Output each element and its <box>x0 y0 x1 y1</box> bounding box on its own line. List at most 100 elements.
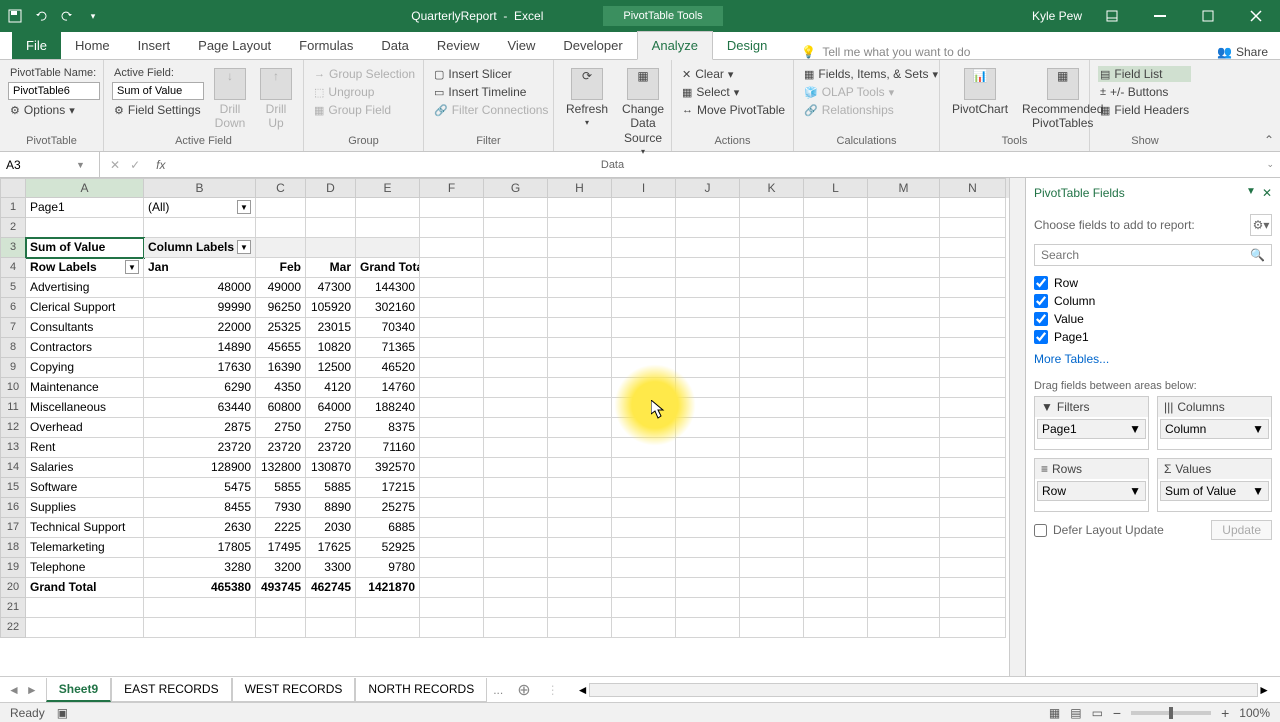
cell[interactable] <box>612 218 676 238</box>
cell[interactable] <box>612 598 676 618</box>
row-label[interactable]: Telemarketing <box>26 538 144 558</box>
cell[interactable] <box>740 598 804 618</box>
cell[interactable] <box>306 618 356 638</box>
pm-buttons-button[interactable]: ± +/- Buttons <box>1098 84 1191 100</box>
filters-area[interactable]: ▼Filters Page1▼ <box>1034 396 1149 450</box>
cell[interactable] <box>548 218 612 238</box>
cell[interactable] <box>356 598 420 618</box>
cell[interactable] <box>676 598 740 618</box>
collapse-ribbon-icon[interactable]: ⌃ <box>1264 133 1274 147</box>
row-header[interactable]: 1 <box>0 198 26 218</box>
col-header-C[interactable]: C <box>256 178 306 198</box>
row-label[interactable]: Copying <box>26 358 144 378</box>
tab-analyze[interactable]: Analyze <box>637 31 713 60</box>
view-break-icon[interactable]: ▭ <box>1092 706 1103 720</box>
active-field-input[interactable] <box>112 82 204 100</box>
cell[interactable] <box>548 198 612 218</box>
cell[interactable] <box>144 218 256 238</box>
cell[interactable] <box>804 218 868 238</box>
col-header-N[interactable]: N <box>940 178 1006 198</box>
hscroll-right-icon[interactable]: ► <box>1258 683 1270 697</box>
row-label[interactable]: Contractors <box>26 338 144 358</box>
user-name[interactable]: Kyle Pew <box>1032 9 1082 23</box>
field-item[interactable]: Row <box>1034 274 1272 292</box>
tab-data[interactable]: Data <box>367 32 422 59</box>
cell[interactable] <box>26 218 144 238</box>
cell[interactable] <box>306 198 356 218</box>
cell[interactable] <box>26 598 144 618</box>
col-header-G[interactable]: G <box>484 178 548 198</box>
zoom-in-icon[interactable]: + <box>1221 705 1229 721</box>
col-header-E[interactable]: E <box>356 178 420 198</box>
row-label[interactable]: Telephone <box>26 558 144 578</box>
field-settings-button[interactable]: ⚙ Field Settings <box>112 102 204 118</box>
cell[interactable] <box>676 198 740 218</box>
cell[interactable] <box>548 618 612 638</box>
row-labels-cell[interactable]: Row Labels▼ <box>26 258 144 278</box>
cell[interactable] <box>940 218 1006 238</box>
cell[interactable] <box>676 218 740 238</box>
field-list-button[interactable]: ▤ Field List <box>1098 66 1191 82</box>
tab-file[interactable]: File <box>12 32 61 59</box>
cell[interactable] <box>940 198 1006 218</box>
defer-checkbox[interactable] <box>1034 524 1047 537</box>
col-header-D[interactable]: D <box>306 178 356 198</box>
row-label[interactable]: Salaries <box>26 458 144 478</box>
cell[interactable] <box>484 618 548 638</box>
zoom-level[interactable]: 100% <box>1239 706 1270 720</box>
cell[interactable] <box>144 598 256 618</box>
col-header-M[interactable]: M <box>868 178 940 198</box>
tab-view[interactable]: View <box>493 32 549 59</box>
cell[interactable] <box>612 198 676 218</box>
col-header-L[interactable]: L <box>804 178 868 198</box>
cell[interactable] <box>484 598 548 618</box>
tab-review[interactable]: Review <box>423 32 494 59</box>
qat-customize-icon[interactable]: ▾ <box>84 7 102 25</box>
cell[interactable] <box>306 598 356 618</box>
row-dropdown-icon[interactable]: ▼ <box>125 260 139 274</box>
cell[interactable] <box>484 198 548 218</box>
tab-insert[interactable]: Insert <box>124 32 185 59</box>
spreadsheet-grid[interactable]: ABCDEFGHIJKLMN 1Page1(All)▼23Sum of Valu… <box>0 178 1009 676</box>
select-all-corner[interactable] <box>0 178 26 198</box>
cell[interactable] <box>256 618 306 638</box>
fx-icon[interactable]: fx <box>150 158 171 172</box>
row-label[interactable]: Miscellaneous <box>26 398 144 418</box>
cell[interactable] <box>868 218 940 238</box>
cell[interactable] <box>868 618 940 638</box>
new-sheet-icon[interactable]: ⊕ <box>509 680 538 700</box>
sum-of-value-cell[interactable]: Sum of Value <box>26 238 144 258</box>
fields-items-sets-button[interactable]: ▦ Fields, Items, & Sets ▾ <box>802 66 940 82</box>
tell-me[interactable]: 💡Tell me what you want to do <box>801 45 970 59</box>
pivotchart-button[interactable]: 📊PivotChart <box>948 66 1012 118</box>
cell[interactable] <box>740 618 804 638</box>
zoom-slider[interactable] <box>1131 711 1211 715</box>
rows-area[interactable]: ≡Rows Row▼ <box>1034 458 1149 512</box>
cell[interactable] <box>612 618 676 638</box>
select-button[interactable]: ▦ Select ▾ <box>680 84 787 100</box>
maximize-icon[interactable] <box>1190 4 1226 28</box>
field-item[interactable]: Page1 <box>1034 328 1272 346</box>
cell[interactable] <box>256 198 306 218</box>
field-item[interactable]: Value <box>1034 310 1272 328</box>
row-header[interactable]: 3 <box>0 238 26 258</box>
undo-icon[interactable] <box>32 7 50 25</box>
field-headers-button[interactable]: ▦ Field Headers <box>1098 102 1191 118</box>
field-checkbox[interactable] <box>1034 330 1048 344</box>
redo-icon[interactable] <box>58 7 76 25</box>
cell[interactable] <box>420 218 484 238</box>
cell[interactable] <box>804 598 868 618</box>
name-box[interactable]: ▼ <box>0 152 100 177</box>
cell[interactable] <box>804 198 868 218</box>
col-dropdown-icon[interactable]: ▼ <box>237 240 251 254</box>
fields-dropdown-icon[interactable]: ▼ <box>1246 186 1256 200</box>
save-icon[interactable] <box>6 7 24 25</box>
col-header-F[interactable]: F <box>420 178 484 198</box>
field-item[interactable]: Column <box>1034 292 1272 310</box>
row-label[interactable]: Technical Support <box>26 518 144 538</box>
insert-timeline-button[interactable]: ▭ Insert Timeline <box>432 84 550 100</box>
vertical-scrollbar[interactable] <box>1009 178 1025 676</box>
zoom-out-icon[interactable]: − <box>1113 705 1121 721</box>
cell[interactable] <box>356 618 420 638</box>
row-label[interactable]: Supplies <box>26 498 144 518</box>
